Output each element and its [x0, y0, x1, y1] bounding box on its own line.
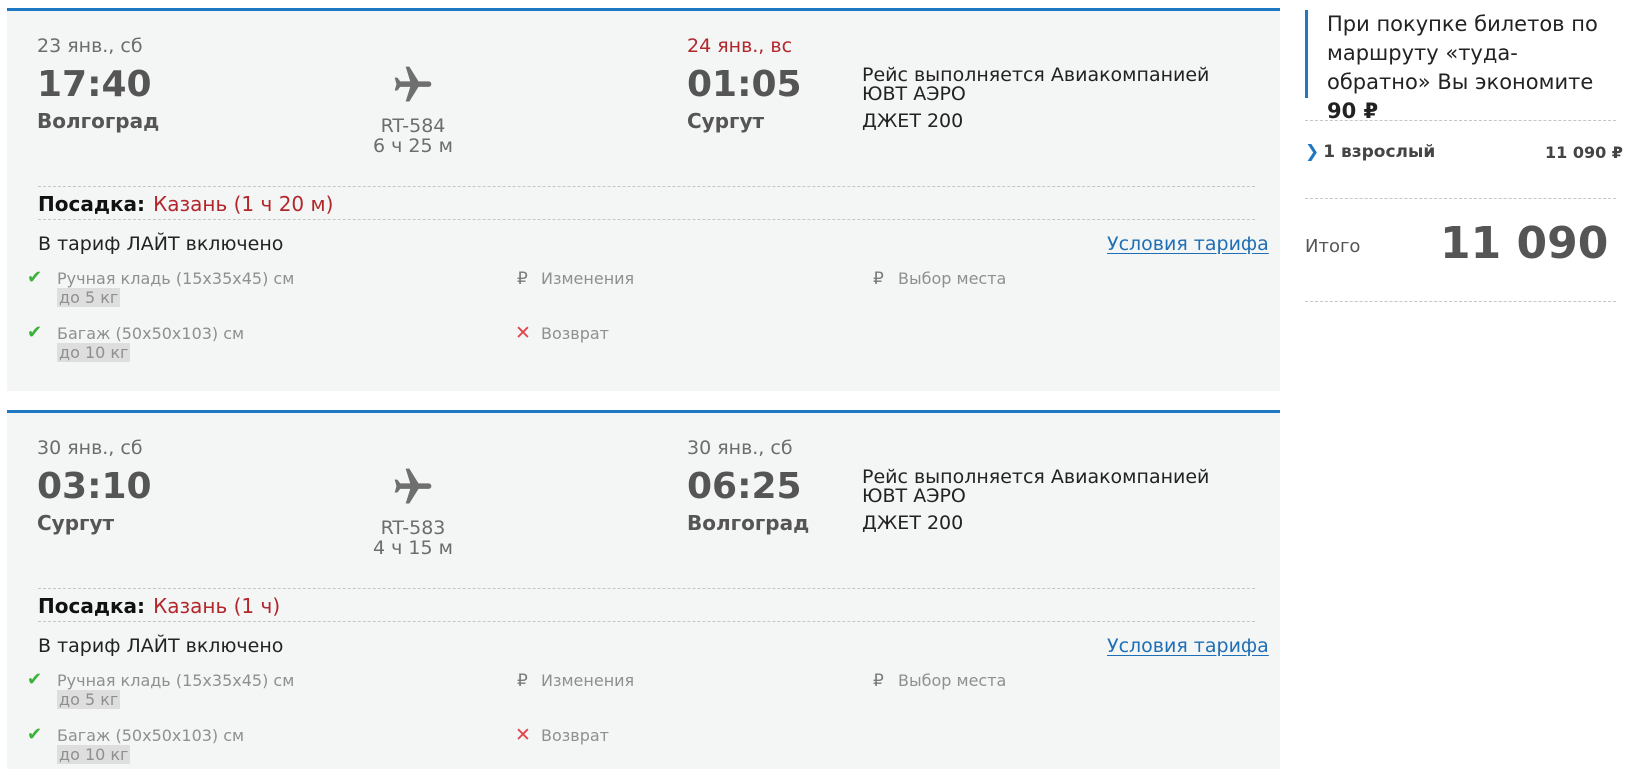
- total-price: 11 090 ₽: [1440, 218, 1625, 269]
- hand-baggage-weight: до 5 кг: [57, 690, 121, 709]
- arrival-date: 24 янв., вс: [687, 35, 793, 57]
- ruble-icon: ₽: [517, 269, 528, 289]
- flight-duration: 4 ч 15 м: [373, 537, 453, 559]
- cross-icon: ✕: [515, 322, 531, 344]
- departure-city: Волгоград: [37, 109, 160, 133]
- passenger-label: 1 взрослый: [1323, 142, 1436, 162]
- arrival-city: Волгоград: [687, 511, 810, 535]
- hand-baggage-weight: до 5 кг: [57, 288, 121, 307]
- flight-duration: 6 ч 25 м: [373, 135, 453, 157]
- baggage-label: Багаж (50x50x103) см: [57, 324, 245, 343]
- divider: [38, 588, 1255, 589]
- departure-date: 23 янв., сб: [37, 35, 143, 57]
- ruble-icon: ₽: [873, 671, 884, 691]
- flight-card-return: 30 янв., сб 03:10 Сургут RT-583 4 ч 15 м…: [7, 410, 1280, 769]
- passenger-row-toggle[interactable]: ❯ 1 взрослый: [1305, 142, 1435, 162]
- hand-baggage-label: Ручная кладь (15x35x45) см: [57, 269, 295, 288]
- changes-feature: Изменения: [541, 269, 635, 288]
- flight-card-outbound: 23 янв., сб 17:40 Волгоград RT-584 6 ч 2…: [7, 8, 1280, 391]
- baggage-feature: Багаж (50x50x103) см до 10 кг: [57, 324, 244, 362]
- stopover: Посадка: Казань (1 ч): [38, 594, 280, 618]
- departure-date: 30 янв., сб: [37, 437, 143, 459]
- stopover: Посадка: Казань (1 ч 20 м): [38, 192, 333, 216]
- check-icon: ✔: [27, 724, 43, 745]
- divider: [1305, 301, 1616, 302]
- airplane-icon: [394, 468, 432, 504]
- operator-text: Рейс выполняется Авиакомпанией ЮВТ АЭРО: [862, 64, 1210, 105]
- stopover-label: Посадка:: [38, 594, 146, 618]
- divider: [38, 186, 1255, 187]
- arrival-time: 06:25: [687, 466, 802, 507]
- operator-text: Рейс выполняется Авиакомпанией ЮВТ АЭРО: [862, 466, 1210, 507]
- departure-time: 03:10: [37, 466, 152, 507]
- flight-number: RT-583: [380, 517, 446, 539]
- arrival-city: Сургут: [687, 109, 765, 133]
- baggage-feature: Багаж (50x50x103) см до 10 кг: [57, 726, 244, 764]
- promo-text: При покупке билетов по маршруту «туда-об…: [1327, 12, 1598, 94]
- check-icon: ✔: [27, 267, 43, 288]
- flight-number: RT-584: [380, 115, 446, 137]
- arrival-date: 30 янв., сб: [687, 437, 793, 459]
- baggage-label: Багаж (50x50x103) см: [57, 726, 245, 745]
- airplane-icon: [394, 66, 432, 102]
- departure-time: 17:40: [37, 64, 152, 105]
- tariff-conditions-link[interactable]: Условия тарифа: [1107, 233, 1269, 255]
- check-icon: ✔: [27, 669, 43, 690]
- tariff-conditions-link[interactable]: Условия тарифа: [1107, 635, 1269, 657]
- changes-feature: Изменения: [541, 671, 635, 690]
- arrival-time: 01:05: [687, 64, 802, 105]
- seat-selection-feature: Выбор места: [898, 269, 1007, 288]
- divider: [1305, 198, 1616, 199]
- baggage-weight: до 10 кг: [57, 745, 131, 764]
- stopover-value: Казань (1 ч 20 м): [153, 192, 334, 216]
- aircraft-type: ДЖЕТ 200: [862, 512, 964, 534]
- total-label: Итого: [1305, 236, 1361, 257]
- refund-feature: Возврат: [541, 324, 609, 343]
- refund-feature: Возврат: [541, 726, 609, 745]
- check-icon: ✔: [27, 322, 43, 343]
- seat-selection-feature: Выбор места: [898, 671, 1007, 690]
- stopover-label: Посадка:: [38, 192, 146, 216]
- hand-baggage-label: Ручная кладь (15x35x45) см: [57, 671, 295, 690]
- departure-city: Сургут: [37, 511, 115, 535]
- hand-baggage-feature: Ручная кладь (15x35x45) см до 5 кг: [57, 269, 294, 307]
- baggage-weight: до 10 кг: [57, 343, 131, 362]
- roundtrip-promo: При покупке билетов по маршруту «туда-об…: [1305, 10, 1615, 123]
- ruble-icon: ₽: [873, 269, 884, 289]
- divider: [38, 621, 1255, 622]
- aircraft-type: ДЖЕТ 200: [862, 110, 964, 132]
- passenger-price: 11 090 ₽: [1545, 143, 1623, 162]
- chevron-right-icon: ❯: [1305, 142, 1320, 162]
- ruble-icon: ₽: [517, 671, 528, 691]
- divider: [1305, 120, 1616, 121]
- hand-baggage-feature: Ручная кладь (15x35x45) см до 5 кг: [57, 671, 294, 709]
- divider: [38, 219, 1255, 220]
- tariff-title: В тариф ЛАЙТ включено: [38, 635, 284, 657]
- stopover-value: Казань (1 ч): [153, 594, 281, 618]
- cross-icon: ✕: [515, 724, 531, 746]
- tariff-title: В тариф ЛАЙТ включено: [38, 233, 284, 255]
